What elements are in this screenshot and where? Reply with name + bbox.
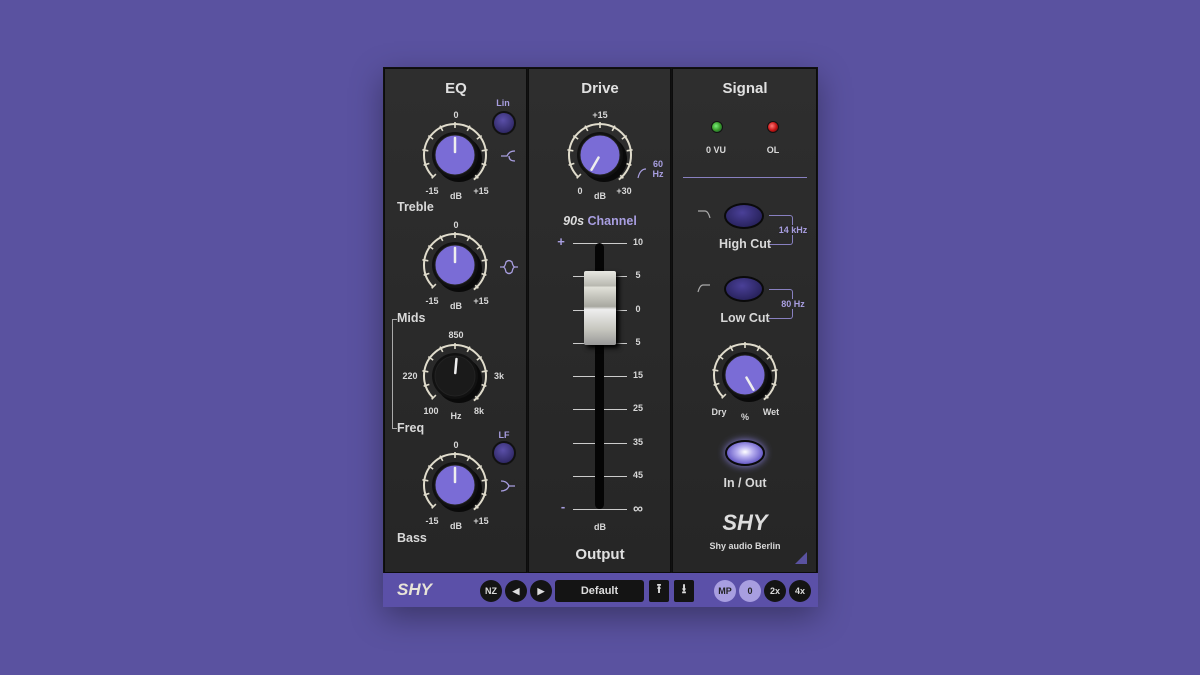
footer-bar: SHY NZ ◀ ▶ Default ⭱ ⭳ MP 0 2x 4x <box>383 573 818 607</box>
plugin-window: EQ Lin LF 0 -15 dB +15 Treble 0 -15 dB +… <box>383 67 818 607</box>
oversample-2x-button[interactable]: 2x <box>764 580 786 602</box>
knobs-layer <box>411 111 789 529</box>
oversample-4x-button[interactable]: 4x <box>789 580 811 602</box>
footer-logo: SHY <box>397 580 432 599</box>
nz-button[interactable]: NZ <box>480 580 502 602</box>
mp-button[interactable]: MP <box>714 580 736 602</box>
mids-knob[interactable] <box>411 221 499 309</box>
mix-knob[interactable] <box>701 331 789 419</box>
treble-knob[interactable] <box>411 111 499 199</box>
preset-selector[interactable]: Default <box>555 580 644 602</box>
load-preset-button[interactable]: ⭳ <box>674 580 694 602</box>
oversample-0-button[interactable]: 0 <box>739 580 761 602</box>
bass-knob[interactable] <box>411 441 499 529</box>
next-preset-button[interactable]: ▶ <box>530 580 552 602</box>
drive-knob[interactable] <box>556 111 644 199</box>
freq-knob[interactable] <box>411 332 499 420</box>
save-preset-button[interactable]: ⭱ <box>649 580 669 602</box>
prev-preset-button[interactable]: ◀ <box>505 580 527 602</box>
